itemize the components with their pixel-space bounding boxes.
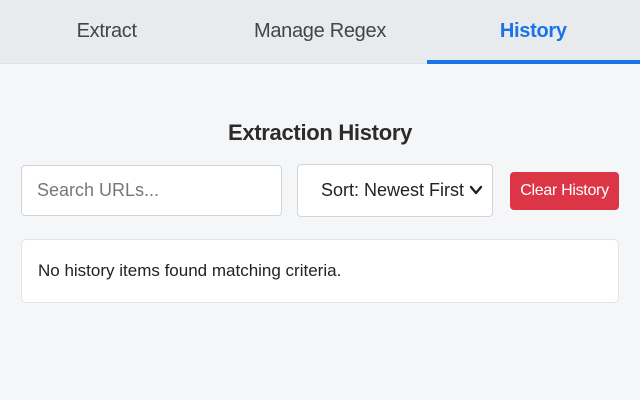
history-list: No history items found matching criteria… [21, 239, 619, 303]
search-input[interactable] [21, 165, 282, 216]
empty-state-message: No history items found matching criteria… [38, 261, 342, 280]
tab-manage-regex[interactable]: Manage Regex [213, 0, 426, 63]
tab-extract[interactable]: Extract [0, 0, 213, 63]
sort-selected-value: Sort: Newest First [321, 180, 465, 200]
tab-manage-regex-label: Manage Regex [253, 20, 387, 42]
chevron-down-icon [469, 185, 483, 195]
tab-bar: Extract Manage Regex History [0, 0, 640, 64]
page-title: Extraction History [227, 120, 413, 145]
tab-history[interactable]: History [426, 0, 640, 64]
tab-extract-label: Extract [76, 20, 137, 42]
clear-history-button[interactable]: Clear History [510, 172, 619, 210]
tab-history-label: History [499, 20, 567, 42]
sort-select[interactable]: Sort: Newest First [297, 164, 493, 217]
